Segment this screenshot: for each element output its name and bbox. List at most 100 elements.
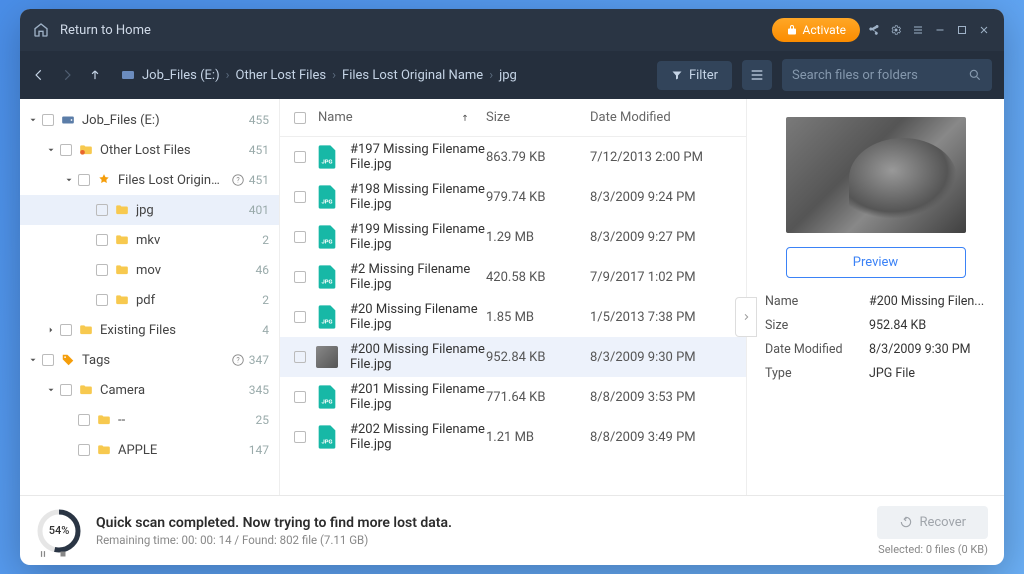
file-name: #200 Missing Filename File.jpg <box>350 342 486 372</box>
tree-checkbox[interactable] <box>96 234 108 246</box>
tree-row[interactable]: Files Lost Origina...?451 <box>20 165 279 195</box>
column-date[interactable]: Date Modified <box>590 110 746 125</box>
maximize-icon[interactable] <box>954 22 970 38</box>
help-icon[interactable]: ? <box>231 353 245 367</box>
tree-checkbox[interactable] <box>60 324 72 336</box>
tree-checkbox[interactable] <box>78 174 90 186</box>
sort-asc-icon <box>460 113 470 123</box>
help-icon[interactable]: ? <box>231 173 245 187</box>
file-size: 1.21 MB <box>486 430 590 445</box>
caret-right-icon[interactable] <box>46 325 56 335</box>
tree-label: mov <box>136 263 252 278</box>
tree-label: Job_Files (E:) <box>82 113 245 128</box>
forward-icon[interactable] <box>60 68 74 82</box>
tree-row[interactable]: Camera345 <box>20 375 279 405</box>
caret-down-icon[interactable] <box>46 385 56 395</box>
tree-checkbox[interactable] <box>60 144 72 156</box>
file-row[interactable]: JPG#20 Missing Filename File.jpg1.85 MB1… <box>280 297 746 337</box>
settings-icon[interactable] <box>888 22 904 38</box>
back-icon[interactable] <box>32 68 46 82</box>
file-checkbox[interactable] <box>294 231 306 243</box>
tree-row[interactable]: mkv2 <box>20 225 279 255</box>
tree-row[interactable]: pdf2 <box>20 285 279 315</box>
view-mode-button[interactable] <box>742 60 772 90</box>
tree-row[interactable]: Other Lost Files451 <box>20 135 279 165</box>
tree-checkbox[interactable] <box>78 414 90 426</box>
minimize-icon[interactable] <box>932 22 948 38</box>
tree-label: Other Lost Files <box>100 143 245 158</box>
tree-checkbox[interactable] <box>78 444 90 456</box>
file-row[interactable]: JPG#202 Missing Filename File.jpg1.21 MB… <box>280 417 746 457</box>
collapse-preview-button[interactable] <box>735 297 757 337</box>
file-checkbox[interactable] <box>294 271 306 283</box>
file-date: 7/9/2017 1:02 PM <box>590 270 746 285</box>
file-checkbox[interactable] <box>294 351 306 363</box>
caret-down-icon[interactable] <box>28 355 38 365</box>
file-date: 1/5/2013 7:38 PM <box>590 310 746 325</box>
breadcrumb-item[interactable]: Job_Files (E:) <box>142 68 220 83</box>
jpg-file-icon: JPG <box>317 145 337 169</box>
file-row[interactable]: JPG#2 Missing Filename File.jpg420.58 KB… <box>280 257 746 297</box>
tree-checkbox[interactable] <box>60 384 72 396</box>
tree-row[interactable]: Job_Files (E:)455 <box>20 105 279 135</box>
tree-checkbox[interactable] <box>96 294 108 306</box>
tree-checkbox[interactable] <box>96 204 108 216</box>
file-row[interactable]: JPG#201 Missing Filename File.jpg771.64 … <box>280 377 746 417</box>
tree-row[interactable]: Existing Files4 <box>20 315 279 345</box>
file-row[interactable]: JPG#197 Missing Filename File.jpg863.79 … <box>280 137 746 177</box>
tree-row[interactable]: jpg401 <box>20 195 279 225</box>
search-icon[interactable] <box>968 68 982 82</box>
stop-scan-icon[interactable] <box>58 549 68 559</box>
tree-checkbox[interactable] <box>42 114 54 126</box>
svg-text:JPG: JPG <box>322 200 333 206</box>
file-row[interactable]: JPG#198 Missing Filename File.jpg979.74 … <box>280 177 746 217</box>
tree-row[interactable]: mov46 <box>20 255 279 285</box>
file-list: JPG#197 Missing Filename File.jpg863.79 … <box>280 137 746 495</box>
column-size[interactable]: Size <box>486 110 590 125</box>
tree-label: Existing Files <box>100 323 258 338</box>
caret-down-icon[interactable] <box>64 175 74 185</box>
filter-button[interactable]: Filter <box>657 61 732 90</box>
file-checkbox[interactable] <box>294 431 306 443</box>
up-icon[interactable] <box>88 68 102 82</box>
file-name: #202 Missing Filename File.jpg <box>350 422 486 452</box>
activate-button[interactable]: Activate <box>772 18 861 42</box>
jpg-file-icon: JPG <box>317 305 337 329</box>
main-area: Job_Files (E:)455Other Lost Files451File… <box>20 99 1004 495</box>
tree-row[interactable]: Tags?347 <box>20 345 279 375</box>
caret-down-icon[interactable] <box>28 115 38 125</box>
return-home-link[interactable]: Return to Home <box>60 23 151 38</box>
search-box[interactable] <box>782 59 992 91</box>
file-row[interactable]: #200 Missing Filename File.jpg952.84 KB8… <box>280 337 746 377</box>
preview-thumbnail <box>786 117 966 233</box>
home-icon[interactable] <box>32 22 50 38</box>
file-checkbox[interactable] <box>294 311 306 323</box>
titlebar: Return to Home Activate <box>20 9 1004 51</box>
file-checkbox[interactable] <box>294 151 306 163</box>
caret-down-icon[interactable] <box>46 145 56 155</box>
close-icon[interactable] <box>976 22 992 38</box>
select-all-checkbox[interactable] <box>294 112 306 124</box>
search-input[interactable] <box>792 68 968 83</box>
tree-label: Camera <box>100 383 245 398</box>
svg-text:JPG: JPG <box>322 400 333 406</box>
tree-row[interactable]: APPLE147 <box>20 435 279 465</box>
preview-button[interactable]: Preview <box>786 247 966 278</box>
svg-text:?: ? <box>236 356 240 364</box>
menu-icon[interactable] <box>910 22 926 38</box>
breadcrumb-item[interactable]: jpg <box>499 68 517 83</box>
tree-checkbox[interactable] <box>96 264 108 276</box>
tree-checkbox[interactable] <box>42 354 54 366</box>
tree-label: mkv <box>136 233 258 248</box>
file-checkbox[interactable] <box>294 191 306 203</box>
column-name[interactable]: Name <box>318 110 486 125</box>
breadcrumb-item[interactable]: Files Lost Original Name <box>342 68 483 83</box>
recover-button[interactable]: Recover <box>877 506 988 539</box>
pause-scan-icon[interactable] <box>38 549 48 559</box>
svg-text:JPG: JPG <box>322 320 333 326</box>
breadcrumb-item[interactable]: Other Lost Files <box>236 68 327 83</box>
file-row[interactable]: JPG#199 Missing Filename File.jpg1.29 MB… <box>280 217 746 257</box>
file-checkbox[interactable] <box>294 391 306 403</box>
tree-row[interactable]: --25 <box>20 405 279 435</box>
share-icon[interactable] <box>866 22 882 38</box>
